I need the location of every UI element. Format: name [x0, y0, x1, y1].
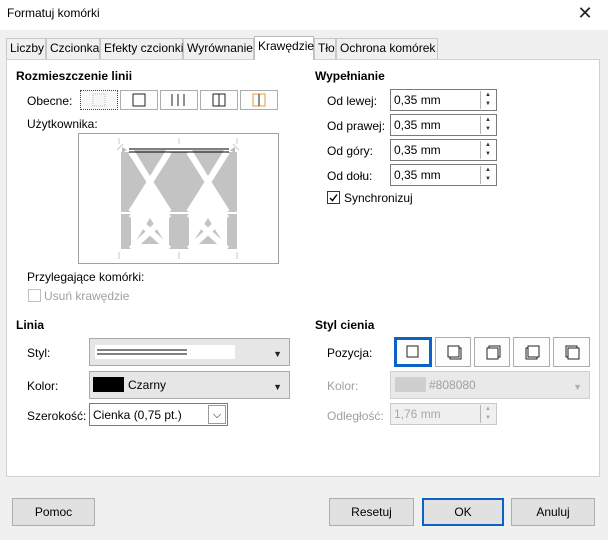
padding-bottom-value: 0,35 mm: [394, 168, 441, 182]
preset-none-button[interactable]: [80, 90, 118, 110]
remove-borders-label: Usuń krawędzie: [44, 289, 130, 303]
spin-up-icon[interactable]: ▲: [481, 141, 495, 150]
ok-button[interactable]: OK: [422, 498, 504, 526]
padding-left-field[interactable]: 0,35 mm ▲ ▼: [390, 89, 497, 111]
line-color-dropdown[interactable]: Czarny ▼: [89, 371, 290, 399]
line-style-dropdown[interactable]: ▼: [89, 338, 290, 366]
padding-right-label: Od prawej:: [327, 119, 386, 133]
shadow-distance-value: 1,76 mm: [394, 407, 441, 421]
shadow-none-icon: [406, 345, 419, 358]
padding-top-field[interactable]: 0,35 mm ▲ ▼: [390, 139, 497, 161]
tab-wyrownanie[interactable]: Wyrównanie: [183, 38, 254, 59]
tab-czcionka[interactable]: Czcionka: [46, 38, 100, 59]
border-box-vertical-icon: [212, 93, 226, 107]
shadow-distance-field[interactable]: 1,76 mm ▲ ▼: [390, 403, 497, 425]
spin-down-icon[interactable]: ▼: [481, 125, 495, 134]
spin-up-icon[interactable]: ▲: [481, 116, 495, 125]
border-outer-inner-icon: [252, 93, 266, 107]
shadow-bottom-left-icon: [525, 345, 540, 360]
padding-heading: Wypełnianie: [315, 69, 385, 83]
border-vertical-icon: [171, 94, 185, 106]
color-swatch: [93, 377, 124, 392]
shadow-color-value: #808080: [429, 378, 476, 392]
window-title: Formatuj komórki: [7, 6, 100, 20]
cancel-button[interactable]: Anuluj: [511, 498, 595, 526]
remove-borders-checkbox[interactable]: [28, 289, 41, 302]
line-width-label: Szerokość:: [27, 409, 87, 423]
line-heading: Linia: [16, 318, 45, 332]
border-none-icon: [92, 93, 106, 107]
line-color-value: Czarny: [128, 378, 167, 392]
shadow-position-label: Pozycja:: [327, 346, 373, 360]
shadow-heading: Styl cienia: [315, 318, 375, 332]
tab-ochrona-komorek[interactable]: Ochrona komórek: [336, 38, 438, 59]
line-arrangement-heading: Rozmieszczenie linii: [16, 69, 133, 83]
synchronize-label: Synchronizuj: [344, 191, 413, 205]
spin-down-icon[interactable]: ▼: [481, 150, 495, 159]
line-width-value: Cienka (0,75 pt.): [93, 408, 182, 422]
shadow-bottom-right-icon: [447, 345, 462, 360]
synchronize-checkbox[interactable]: [327, 191, 340, 204]
tab-liczby[interactable]: Liczby: [6, 38, 46, 59]
user-label: Użytkownika:: [27, 117, 98, 131]
help-button[interactable]: Pomoc: [12, 498, 95, 526]
spin-up-icon[interactable]: ▲: [481, 91, 495, 100]
current-label: Obecne:: [27, 94, 73, 108]
padding-top-value: 0,35 mm: [394, 143, 441, 157]
preset-box-vertical-button[interactable]: [200, 90, 238, 110]
shadow-none-button[interactable]: [394, 337, 432, 367]
padding-left-value: 0,35 mm: [394, 93, 441, 107]
tab-krawedzie[interactable]: Krawędzie: [254, 36, 314, 60]
spin-down-icon[interactable]: ▼: [481, 414, 495, 423]
checkmark-icon: [329, 194, 338, 202]
padding-right-value: 0,35 mm: [394, 118, 441, 132]
padding-bottom-field[interactable]: 0,35 mm ▲ ▼: [390, 164, 497, 186]
shadow-color-dropdown[interactable]: #808080 ▼: [390, 371, 590, 399]
chevron-down-icon: ▼: [273, 349, 282, 359]
chevron-down-icon[interactable]: ⌵: [208, 405, 226, 424]
border-preview-diagram: [116, 138, 240, 259]
spin-down-icon[interactable]: ▼: [481, 100, 495, 109]
tab-tlo[interactable]: Tło: [314, 38, 336, 59]
chevron-down-icon: ▼: [573, 382, 582, 392]
shadow-bottom-left-button[interactable]: [513, 337, 550, 367]
shadow-top-left-button[interactable]: [553, 337, 590, 367]
padding-top-label: Od góry:: [327, 144, 374, 158]
shadow-bottom-right-button[interactable]: [435, 337, 471, 367]
shadow-color-label: Kolor:: [327, 379, 359, 393]
preset-vertical-button[interactable]: [160, 90, 198, 110]
tab-efekty-czcionki[interactable]: Efekty czcionki: [100, 38, 183, 59]
padding-bottom-label: Od dołu:: [327, 169, 373, 183]
shadow-top-left-icon: [565, 345, 580, 360]
close-icon[interactable]: ✕: [572, 1, 598, 25]
line-style-label: Styl:: [27, 346, 51, 360]
spin-down-icon[interactable]: ▼: [481, 175, 495, 184]
shadow-distance-label: Odległość:: [327, 409, 384, 423]
user-border-preview[interactable]: [78, 133, 279, 264]
line-style-preview: [95, 345, 235, 359]
color-swatch: [395, 377, 426, 392]
shadow-top-right-button[interactable]: [474, 337, 510, 367]
border-box-icon: [132, 93, 146, 107]
spin-up-icon[interactable]: ▲: [481, 405, 495, 414]
padding-left-label: Od lewej:: [327, 94, 378, 108]
line-width-combo[interactable]: Cienka (0,75 pt.) ⌵: [89, 403, 228, 426]
line-color-label: Kolor:: [27, 379, 59, 393]
preset-box-button[interactable]: [120, 90, 158, 110]
shadow-top-right-icon: [486, 345, 501, 360]
preset-box-vertical-thin-button[interactable]: [240, 90, 278, 110]
adjacent-cells-label: Przylegające komórki:: [27, 270, 145, 284]
reset-button[interactable]: Resetuj: [329, 498, 414, 526]
chevron-down-icon: ▼: [273, 382, 282, 392]
spin-up-icon[interactable]: ▲: [481, 166, 495, 175]
padding-right-field[interactable]: 0,35 mm ▲ ▼: [390, 114, 497, 136]
